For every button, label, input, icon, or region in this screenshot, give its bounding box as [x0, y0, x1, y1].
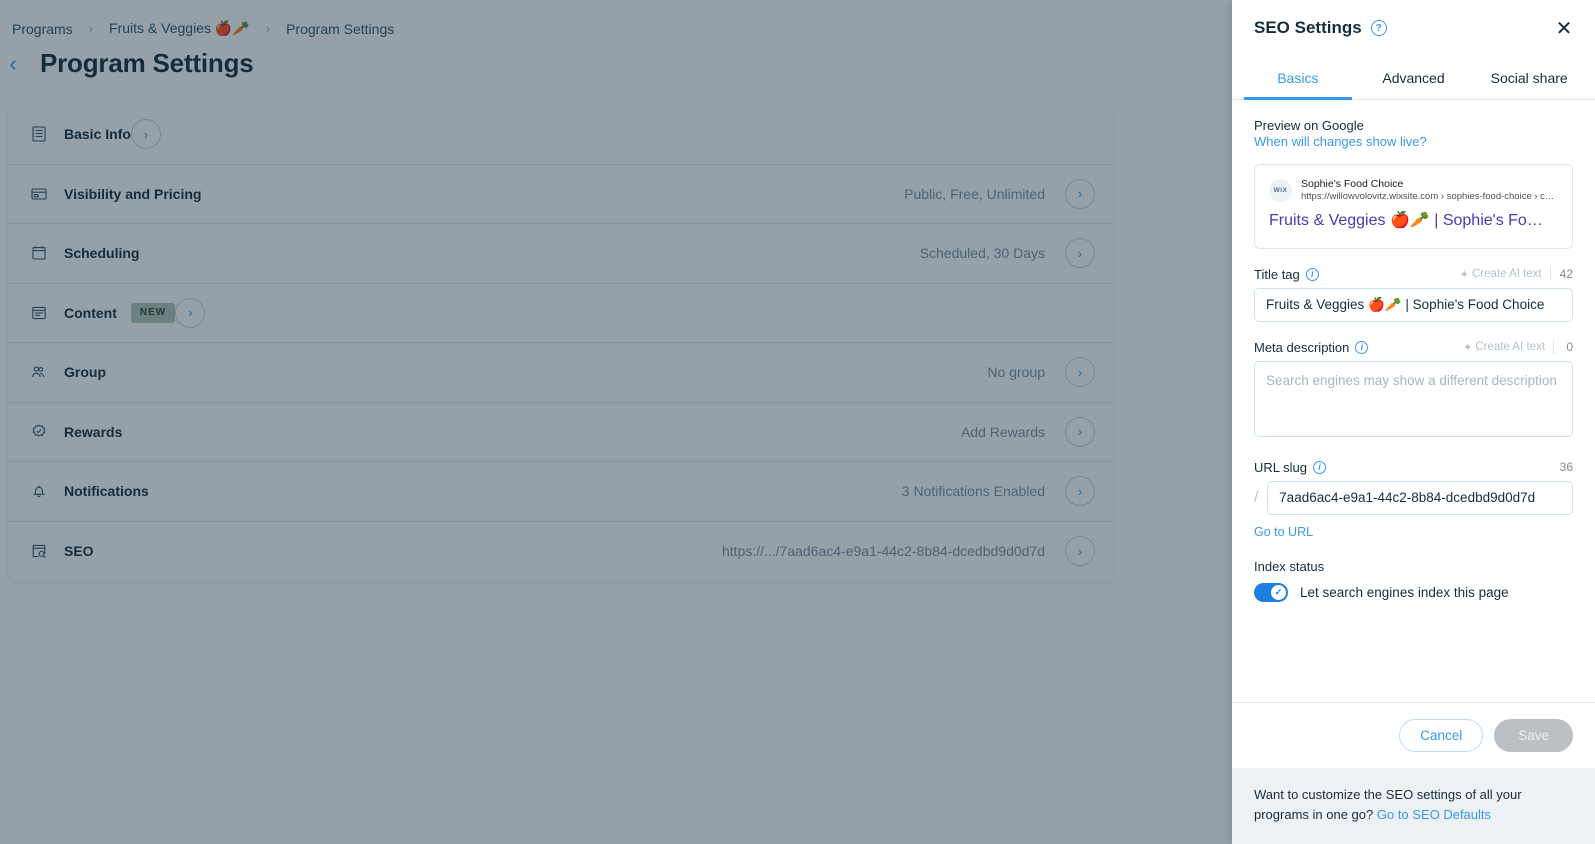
url-slug-row: /: [1254, 480, 1573, 515]
url-slug-header: URL slug i 36: [1254, 460, 1573, 475]
panel-tabs: Basics Advanced Social share: [1232, 60, 1595, 100]
save-button: Save: [1494, 719, 1573, 752]
url-slug-prefix: /: [1254, 489, 1259, 507]
close-icon[interactable]: ✕: [1553, 18, 1575, 40]
google-preview-url: https://willowvolovitz.wixsite.com › sop…: [1301, 191, 1559, 203]
go-to-url-link[interactable]: Go to URL: [1254, 525, 1313, 539]
app-root: Programs › Fruits & Veggies 🍎🥕 › Program…: [0, 0, 1595, 844]
url-slug-counter: 36: [1559, 460, 1573, 475]
info-icon[interactable]: i: [1312, 460, 1326, 474]
sparkle-icon: ✦: [1459, 268, 1469, 281]
title-tag-counter: 42: [1549, 267, 1573, 282]
create-ai-text-label: Create AI text: [1475, 341, 1545, 354]
url-slug-actions: 36: [1553, 460, 1573, 474]
url-slug-input[interactable]: [1267, 480, 1573, 515]
meta-description-input[interactable]: [1254, 360, 1573, 437]
tab-social-share[interactable]: Social share: [1471, 60, 1587, 99]
go-to-seo-defaults-link[interactable]: Go to SEO Defaults: [1377, 807, 1491, 822]
index-status-toggle-label: Let search engines index this page: [1300, 584, 1509, 600]
title-tag-actions: ✦ Create AI text 42: [1460, 267, 1573, 282]
meta-description-label: Meta description: [1254, 339, 1350, 355]
help-icon[interactable]: ?: [1370, 20, 1387, 36]
meta-description-actions: ✦ Create AI text 0: [1463, 340, 1573, 355]
meta-description-header: Meta description i ✦ Create AI text 0: [1254, 340, 1573, 355]
google-preview-card: WIX Sophie's Food Choice https://willowv…: [1254, 164, 1573, 249]
info-icon[interactable]: i: [1305, 267, 1319, 281]
panel-actions: Cancel Save: [1232, 702, 1595, 768]
toggle-check-icon: ✓: [1271, 584, 1286, 600]
seo-settings-panel: SEO Settings ? ✕ Basics Advanced Social …: [1232, 0, 1595, 844]
index-status-field: Index status ✓ Let search engines index …: [1254, 559, 1573, 602]
create-ai-text-button[interactable]: ✦ Create AI text: [1463, 341, 1545, 354]
panel-title: SEO Settings: [1254, 18, 1362, 37]
meta-description-field: Meta description i ✦ Create AI text 0: [1254, 340, 1573, 442]
create-ai-text-label: Create AI text: [1471, 268, 1542, 281]
index-status-label: Index status: [1254, 558, 1325, 574]
panel-body: Preview on Google When will changes show…: [1232, 100, 1595, 702]
cancel-button[interactable]: Cancel: [1399, 719, 1484, 752]
when-changes-show-live-link[interactable]: When will changes show live?: [1254, 134, 1427, 149]
google-preview-site-name: Sophie's Food Choice: [1301, 178, 1404, 190]
index-status-toggle[interactable]: ✓: [1254, 582, 1288, 602]
index-status-row: ✓ Let search engines index this page: [1254, 582, 1573, 602]
tab-basics[interactable]: Basics: [1240, 60, 1356, 100]
title-tag-field: Title tag i ✦ Create AI text 42: [1254, 267, 1573, 322]
url-slug-field: URL slug i 36 / Go to URL: [1254, 460, 1573, 541]
create-ai-text-button[interactable]: ✦ Create AI text: [1460, 268, 1542, 281]
google-preview-title: Fruits & Veggies 🍎🥕 | Sophie's Fo…: [1269, 211, 1543, 229]
title-tag-input[interactable]: [1254, 287, 1573, 322]
panel-footer: Want to customize the SEO settings of al…: [1232, 768, 1595, 844]
panel-header: SEO Settings ? ✕: [1232, 0, 1595, 40]
meta-description-counter: 0: [1553, 340, 1573, 355]
google-preview-head: WIX Sophie's Food Choice https://willowv…: [1269, 177, 1559, 204]
modal-overlay[interactable]: [0, 0, 1232, 844]
info-icon[interactable]: i: [1355, 340, 1369, 354]
title-tag-label: Title tag: [1254, 266, 1300, 282]
tab-advanced[interactable]: Advanced: [1356, 60, 1472, 99]
title-tag-header: Title tag i ✦ Create AI text 42: [1254, 267, 1573, 282]
preview-label: Preview on Google: [1254, 118, 1364, 133]
url-slug-label: URL slug: [1254, 459, 1307, 475]
sparkle-icon: ✦: [1463, 341, 1473, 354]
site-favicon-icon: WIX: [1269, 178, 1292, 202]
